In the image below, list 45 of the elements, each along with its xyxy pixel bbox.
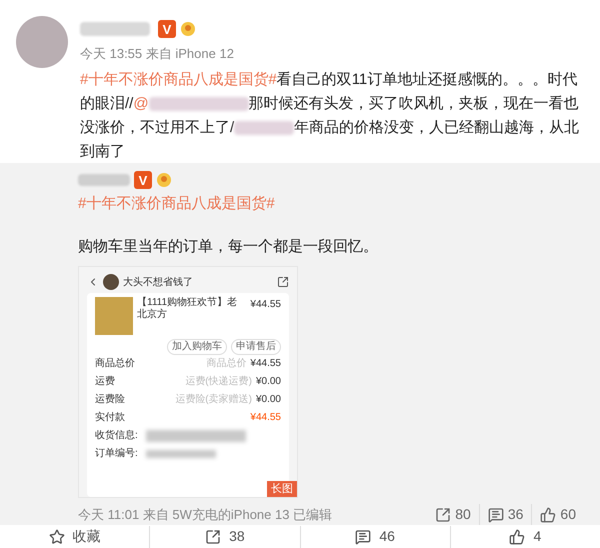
avatar[interactable] (16, 16, 68, 68)
product-photo (95, 297, 133, 335)
shop-name: 大头不想省钱了 (123, 276, 194, 290)
shop-avatar (103, 274, 119, 290)
long-image-tag: 长图 (267, 481, 297, 497)
repost-meta: 今天 11:01 来自 5W充电的iPhone 13 已编辑 (78, 506, 334, 524)
product-title: 【1111购物狂欢节】老北京方 (137, 297, 238, 322)
comment-icon (355, 528, 372, 544)
star-icon (48, 528, 65, 544)
repost-text: 购物车里当年的订单，每一个都是一段回忆。 (78, 236, 379, 256)
blurred-name (80, 22, 150, 36)
blurred-mention (234, 120, 294, 135)
product-price: ¥44.55 (250, 298, 281, 312)
order-row-value: ¥44.55 (250, 411, 281, 425)
verified-badge: V (158, 20, 176, 38)
thumbs-up-icon (540, 506, 556, 522)
order-row-label: 商品总价 (95, 356, 136, 371)
blurred-name (78, 174, 130, 186)
stat-button[interactable]: 80 (427, 504, 479, 525)
order-row-value: ¥0.00 (256, 375, 281, 389)
fan-badge-icon (156, 172, 172, 188)
action-button[interactable]: 46 (300, 526, 450, 548)
order-row-label: 收货信息: (95, 428, 138, 443)
fan-badge-icon (180, 21, 196, 37)
post-text: #十年不涨价商品八成是国货#看自己的双11订单地址还挺感慨的。。。时代的眼泪//@ 那时候还有头发，买了吹风机，夹板，现在一看也没涨价，不过用不上了/ 年商品的价格没变，人已经翻山越海，从北到南了 (80, 70, 580, 162)
order-row-note: 运费(快递运费) (184, 374, 253, 389)
order-row-label: 实付款 (95, 410, 126, 425)
comment-icon (488, 506, 504, 522)
order-row-label: 运费险 (95, 392, 126, 407)
blurred-order-number (146, 450, 216, 458)
order-row-note: 运费险(卖家赠送) (174, 392, 253, 407)
order-row-note: 商品总价 (205, 356, 248, 371)
order-row-label: 运费 (95, 374, 116, 389)
action-button[interactable]: 38 (149, 526, 300, 548)
action-button[interactable]: 收藏 (0, 526, 150, 548)
post-meta: 今天 13:55 来自 iPhone 12 (80, 45, 235, 63)
action-button[interactable]: 4 (450, 526, 600, 548)
order-row-value: ¥44.55 (250, 357, 281, 371)
share-icon (205, 528, 222, 544)
share-icon (277, 276, 289, 288)
thumbs-up-icon (509, 528, 526, 544)
verified-badge: V (134, 171, 152, 189)
share-icon (435, 506, 452, 522)
order-row-value: ¥0.00 (256, 393, 281, 407)
order-row-label: 订单编号: (95, 446, 138, 461)
